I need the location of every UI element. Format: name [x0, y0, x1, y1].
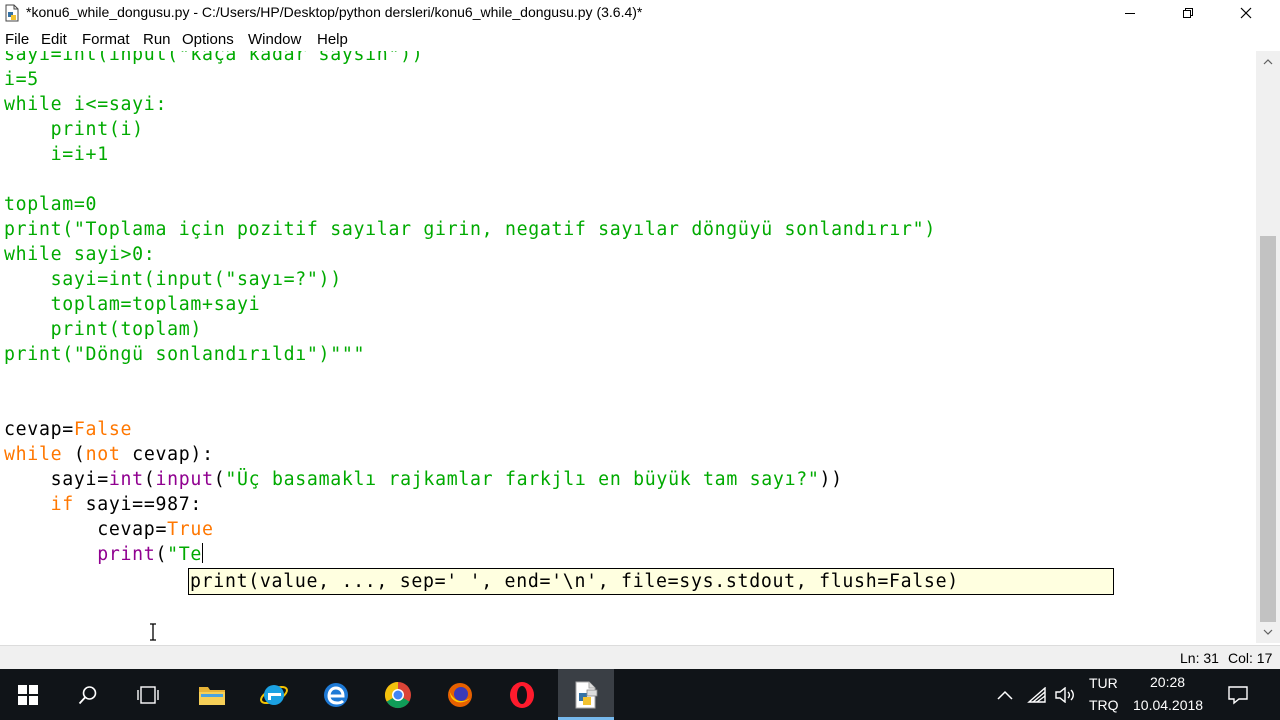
- line-number: Ln: 31: [1180, 650, 1219, 666]
- code-editor[interactable]: sayi=int(input("kaça kadar saysın")) i=5 w…: [0, 51, 1256, 643]
- mouse-ibeam-icon: [150, 623, 156, 641]
- code-line: i=5: [4, 69, 39, 90]
- minimize-icon: [1125, 13, 1135, 14]
- code-line: toplam=toplam+sayi: [4, 294, 261, 315]
- code-line: while sayi>0:: [4, 244, 156, 265]
- windows-icon: [18, 684, 38, 705]
- action-center-button[interactable]: [1216, 669, 1260, 720]
- code-line: print("Döngü sonlandırıldı")""": [4, 344, 366, 365]
- scroll-down-button[interactable]: [1256, 623, 1280, 641]
- code-line: print("Te: [97, 543, 204, 565]
- start-button[interactable]: [0, 669, 56, 720]
- title-bar: *konu6_while_dongusu.py - C:/Users/HP/De…: [0, 0, 1280, 26]
- firefox-button[interactable]: [432, 669, 488, 720]
- internet-explorer-button[interactable]: [246, 669, 302, 720]
- chrome-icon: [384, 681, 411, 708]
- show-hidden-icons-button[interactable]: [985, 669, 1025, 720]
- code-text: sayi=int(input("kaça kadar saysın")) i=5 w…: [4, 51, 936, 567]
- volume-button[interactable]: [1050, 669, 1080, 720]
- scroll-thumb[interactable]: [1260, 236, 1276, 622]
- idle-file-icon: [5, 4, 19, 22]
- menu-window[interactable]: Window: [248, 31, 301, 48]
- menu-options[interactable]: Options: [182, 31, 234, 48]
- code-line: sayi=int(input("sayı=?")): [4, 269, 342, 290]
- chevron-up-icon: [1263, 59, 1273, 65]
- column-number: Col: 17: [1228, 650, 1273, 666]
- text-cursor: [202, 543, 204, 563]
- code-line: print(toplam): [4, 319, 203, 340]
- opera-button[interactable]: [494, 669, 550, 720]
- minimize-button[interactable]: [1101, 0, 1159, 26]
- code-line: while i<=sayi:: [4, 94, 168, 115]
- menu-file[interactable]: File: [5, 31, 29, 48]
- task-view-button[interactable]: [120, 669, 176, 720]
- menu-format[interactable]: Format: [82, 31, 130, 48]
- search-icon: [78, 685, 97, 704]
- code-line: sayi=int(input("Üç basamaklı rajkamlar f…: [4, 469, 843, 490]
- firefox-icon: [448, 682, 472, 707]
- internet-explorer-icon: [260, 684, 288, 705]
- notification-icon: [1228, 685, 1248, 704]
- code-line: toplam=0: [4, 194, 98, 215]
- chevron-down-icon: [1263, 629, 1273, 635]
- menu-help[interactable]: Help: [317, 31, 348, 48]
- python-file-icon: [575, 681, 598, 708]
- clock-time[interactable]: 20:28: [1150, 674, 1185, 690]
- code-line: cevap=False: [4, 419, 133, 440]
- network-button[interactable]: [1022, 669, 1052, 720]
- opera-icon: [510, 681, 534, 708]
- search-button[interactable]: [60, 669, 116, 720]
- chevron-up-icon: [997, 690, 1013, 700]
- code-line: cevap=True: [4, 519, 214, 540]
- restore-icon: [1183, 8, 1193, 18]
- restore-button[interactable]: [1159, 0, 1217, 26]
- speaker-icon: [1055, 686, 1074, 703]
- code-line: print(i): [4, 119, 144, 140]
- idle-editor-button[interactable]: [558, 669, 614, 720]
- window-title: *konu6_while_dongusu.py - C:/Users/HP/De…: [26, 4, 643, 20]
- code-line: sayi=int(input("kaça kadar saysın")): [4, 51, 424, 65]
- taskbar: TUR TRQ 20:28 10.04.2018: [0, 669, 1280, 720]
- scroll-up-button[interactable]: [1256, 53, 1280, 71]
- code-line: print("Toplama için pozitif sayılar giri…: [4, 219, 936, 240]
- code-line: while (not cevap):: [4, 444, 214, 465]
- calltip-tooltip: print(value, ..., sep=' ', end='\n', fil…: [188, 568, 1114, 595]
- close-icon: [1240, 7, 1252, 19]
- menu-run[interactable]: Run: [143, 31, 171, 48]
- code-line: i=i+1: [4, 144, 109, 165]
- language-indicator[interactable]: TUR: [1089, 675, 1118, 691]
- close-button[interactable]: [1217, 0, 1275, 26]
- code-line: if sayi==987:: [50, 494, 203, 515]
- keyboard-layout[interactable]: TRQ: [1089, 697, 1119, 713]
- edge-icon: [324, 682, 348, 707]
- chrome-button[interactable]: [370, 669, 426, 720]
- wifi-icon: [1027, 686, 1046, 703]
- folder-icon: [199, 686, 225, 705]
- task-view-icon: [137, 685, 159, 704]
- menu-edit[interactable]: Edit: [41, 31, 67, 48]
- menu-bar: File Edit Format Run Options Window Help: [0, 29, 1280, 51]
- status-bar: Ln: 31 Col: 17: [0, 645, 1280, 670]
- vertical-scrollbar[interactable]: [1256, 51, 1280, 643]
- clock-date[interactable]: 10.04.2018: [1133, 697, 1203, 713]
- file-explorer-button[interactable]: [184, 669, 240, 720]
- edge-button[interactable]: [308, 669, 364, 720]
